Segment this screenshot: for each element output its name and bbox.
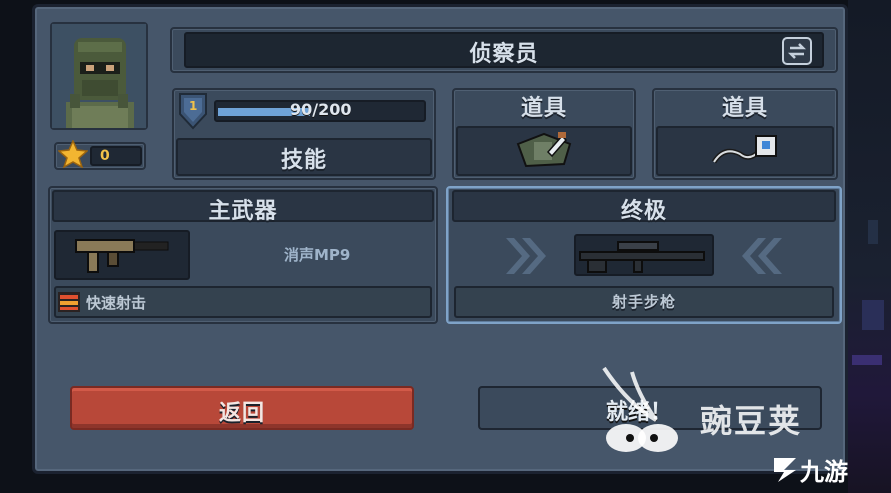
chevron-left-icon <box>742 238 782 274</box>
character-portrait <box>50 22 148 130</box>
back-button-label: 返回 <box>218 401 265 426</box>
primary-weapon-name: 消声MP9 <box>284 246 351 264</box>
grenade-pouch-icon <box>516 132 572 168</box>
xp-text: 90/200 <box>290 100 352 119</box>
jiuyou-logo-icon <box>774 458 796 482</box>
character-name: 侦察员 <box>469 42 539 67</box>
rapid-fire-icon <box>58 292 80 312</box>
star-count-box: 0 <box>90 146 142 166</box>
primary-weapon-title: 主武器 <box>208 199 278 224</box>
star-count: 0 <box>100 148 110 164</box>
weapon-perk: 快速射击 <box>86 294 147 312</box>
level-number: 1 <box>189 99 198 113</box>
watermark-text-2: 九游 <box>800 458 848 486</box>
ultimate-name: 射手步枪 <box>611 293 676 311</box>
soldier-avatar <box>52 24 146 128</box>
item-1-label: 道具 <box>520 96 567 121</box>
chevron-right-icon <box>506 238 546 274</box>
item-2-label: 道具 <box>721 96 768 121</box>
sniper-rifle-icon <box>579 241 705 273</box>
swap-character-button[interactable] <box>782 37 812 65</box>
watermark-logo-icon <box>602 366 678 452</box>
background-scenery <box>848 0 891 493</box>
star-counter: 0 <box>54 140 146 170</box>
remote-detonator-icon <box>711 135 777 164</box>
back-button[interactable]: 返回 <box>70 386 414 430</box>
watermark-text: 豌豆荚 <box>700 402 803 440</box>
skill-label: 技能 <box>280 148 327 173</box>
star-icon <box>58 140 88 168</box>
ultimate-title: 终极 <box>620 199 667 224</box>
swap-icon <box>787 43 807 59</box>
smg-icon <box>75 239 169 273</box>
